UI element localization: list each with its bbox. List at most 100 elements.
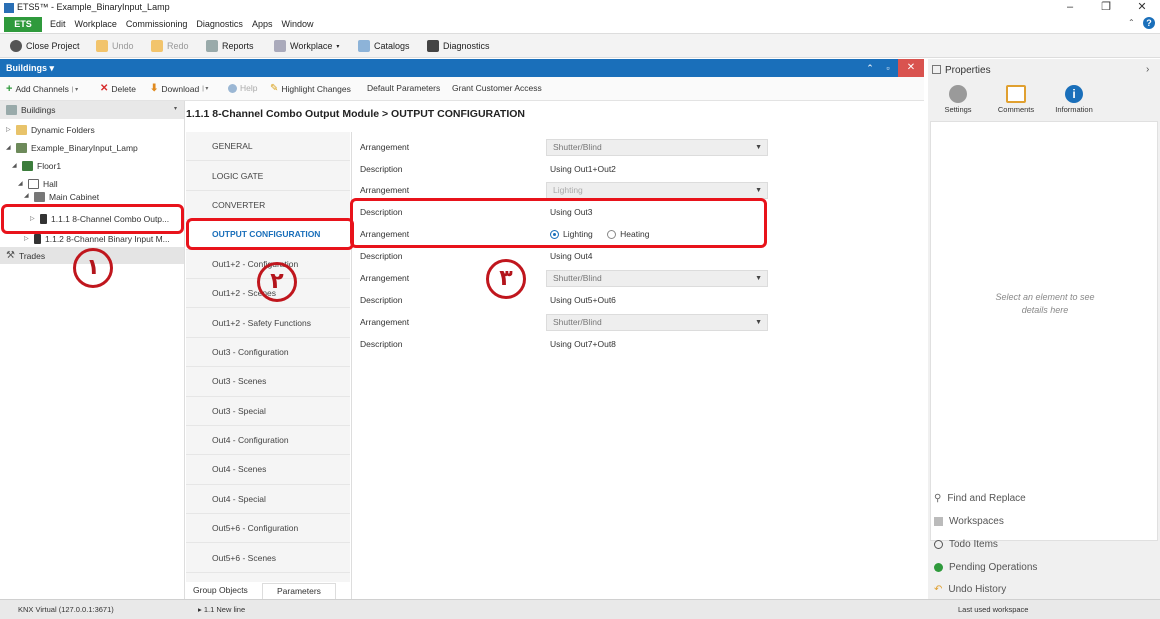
highlight-changes-button[interactable]: ✎ Highlight Changes [270, 83, 351, 94]
nav-item-out3-configuration[interactable]: Out3 - Configuration [186, 338, 350, 368]
tree-node-dynamic-folders[interactable]: ▷ Dynamic Folders [6, 121, 95, 138]
param-label: Description [360, 339, 403, 349]
nav-item-out56-configuration[interactable]: Out5+6 - Configuration [186, 514, 350, 544]
link-label: Undo History [948, 583, 1007, 595]
chevron-right-icon[interactable]: › [1146, 64, 1149, 75]
delete-button[interactable]: ✕ Delete [100, 83, 136, 94]
undo-history-icon: ↶ [934, 583, 943, 595]
close-window-button[interactable]: ✕ [1124, 0, 1160, 16]
nav-item-general[interactable]: GENERAL [186, 132, 350, 162]
panel-close-button[interactable]: ✕ [898, 59, 924, 77]
select-value: Lighting [553, 185, 583, 195]
delete-label: Delete [111, 83, 136, 94]
download-dropdown-icon[interactable]: | ▾ [202, 85, 208, 92]
tree-node-hall[interactable]: ◢ Hall [18, 175, 58, 192]
undo-history-link[interactable]: ↶ Undo History [934, 578, 1006, 600]
nav-item-out4-configuration[interactable]: Out4 - Configuration [186, 426, 350, 456]
tree-node-floor1[interactable]: ◢ Floor1 [12, 157, 61, 174]
reports-button[interactable]: Reports [206, 38, 254, 54]
help-icon[interactable]: ? [1143, 17, 1155, 29]
collapse-icon[interactable]: ◢ [18, 180, 24, 187]
menu-edit[interactable]: Edit [50, 19, 66, 29]
connection-status[interactable]: KNX Virtual (127.0.0.1:3671) [18, 605, 114, 614]
nav-item-out4-scenes[interactable]: Out4 - Scenes [186, 455, 350, 485]
help-button[interactable]: Help [228, 83, 257, 93]
tree-node-project[interactable]: ◢ Example_BinaryInput_Lamp [6, 139, 138, 156]
pending-operations-link[interactable]: Pending Operations [934, 556, 1037, 578]
nav-item-out12-safety[interactable]: Out1+2 - Safety Functions [186, 308, 350, 338]
nav-item-out3-special[interactable]: Out3 - Special [186, 397, 350, 426]
collapse-ribbon-icon[interactable]: ⌃ [1128, 18, 1135, 27]
workspace-status[interactable]: Last used workspace [958, 605, 1028, 614]
tree-header[interactable]: Buildings ▾ [0, 101, 184, 119]
nav-item-out4-special[interactable]: Out4 - Special [186, 485, 350, 515]
tree-header-dropdown-icon[interactable]: ▾ [174, 105, 177, 112]
nav-item-out56-scenes[interactable]: Out5+6 - Scenes [186, 543, 350, 573]
menu-commissioning[interactable]: Commissioning [126, 19, 188, 29]
param-label: Description [360, 164, 403, 174]
minimize-button[interactable]: – [1052, 0, 1088, 16]
arrangement-select-out12[interactable]: Shutter/Blind ▼ [546, 139, 768, 156]
diagnostics-button[interactable]: Diagnostics [427, 38, 490, 54]
chevron-down-icon: ▼ [755, 319, 762, 326]
find-replace-link[interactable]: ⚲ Find and Replace [934, 487, 1026, 509]
properties-title-text: Properties [945, 65, 991, 76]
param-value: Using Out7+Out8 [550, 339, 616, 349]
workplace-label: Workplace [290, 41, 333, 51]
tab-comments[interactable]: Comments [988, 85, 1044, 114]
status-bar: KNX Virtual (127.0.0.1:3671) ▸ 1.1 New l… [0, 599, 1160, 619]
tab-label: Settings [944, 105, 972, 114]
panel-collapse-icon[interactable]: ⌃ [862, 61, 878, 75]
catalogs-button[interactable]: Catalogs [358, 38, 410, 54]
annotation-marker-3: ٣ [486, 259, 526, 299]
add-channels-label: Add Channels [15, 84, 69, 94]
expand-icon[interactable]: ▷ [6, 126, 12, 133]
arrangement-select-out78[interactable]: Shutter/Blind ▼ [546, 314, 768, 331]
collapse-icon[interactable]: ◢ [12, 162, 18, 169]
catalogs-label: Catalogs [374, 41, 410, 51]
redo-button[interactable]: Redo [151, 38, 189, 54]
tree-node-main-cabinet[interactable]: ◢ Main Cabinet [24, 192, 99, 202]
nav-item-out3-scenes[interactable]: Out3 - Scenes [186, 367, 350, 397]
expand-icon[interactable]: ▷ [24, 235, 30, 242]
building-icon [16, 142, 27, 153]
collapse-icon[interactable]: ◢ [6, 144, 12, 151]
undo-button[interactable]: Undo [96, 38, 134, 54]
close-project-button[interactable]: Close Project [10, 38, 80, 54]
buildings-panel-title[interactable]: Buildings ▾ [6, 63, 54, 74]
todo-items-link[interactable]: Todo Items [934, 533, 998, 555]
tab-group-objects[interactable]: Group Objects [193, 585, 248, 595]
maximize-button[interactable]: ❐ [1088, 0, 1124, 16]
menu-workplace[interactable]: Workplace [75, 19, 117, 29]
grant-customer-access-button[interactable]: Grant Customer Access [452, 83, 542, 93]
nav-item-logic-gate[interactable]: LOGIC GATE [186, 161, 350, 191]
menu-diagnostics[interactable]: Diagnostics [196, 19, 243, 29]
help-circle-icon [228, 83, 237, 93]
diagnostics-label: Diagnostics [443, 41, 490, 51]
reports-icon [206, 40, 218, 52]
tree-node-label: Floor1 [37, 160, 62, 171]
download-button[interactable]: ⬇ Download | ▾ [150, 83, 208, 94]
nav-item-converter[interactable]: CONVERTER [186, 191, 350, 221]
add-channels-button[interactable]: + Add Channels | ▾ [6, 83, 78, 95]
menu-window[interactable]: Window [281, 19, 313, 29]
tab-parameters[interactable]: Parameters [262, 583, 336, 599]
collapse-icon[interactable]: ◢ [24, 192, 30, 199]
add-channels-dropdown-icon[interactable]: | ▾ [72, 86, 78, 93]
redo-label: Redo [167, 41, 189, 51]
tree-node-label: 1.1.2 8-Channel Binary Input M... [45, 233, 170, 244]
arrangement-select-out56[interactable]: Shutter/Blind ▼ [546, 270, 768, 287]
tree-node-label: Dynamic Folders [31, 124, 95, 135]
default-parameters-button[interactable]: Default Parameters [367, 83, 440, 93]
ets-menu-button[interactable]: ETS [4, 17, 42, 32]
menu-apps[interactable]: Apps [252, 19, 273, 29]
tab-settings[interactable]: Settings [930, 85, 986, 114]
line-selector[interactable]: ▸ 1.1 New line [198, 605, 245, 614]
workplace-button[interactable]: Workplace ▾ [274, 38, 339, 54]
workspaces-link[interactable]: Workspaces [934, 510, 1004, 532]
arrangement-select-out3[interactable]: Lighting ▼ [546, 182, 768, 199]
tab-information[interactable]: i Information [1046, 85, 1102, 114]
chevron-down-icon: ▼ [755, 187, 762, 194]
param-label: Arrangement [360, 317, 410, 327]
panel-float-icon[interactable]: ▫ [880, 61, 896, 75]
